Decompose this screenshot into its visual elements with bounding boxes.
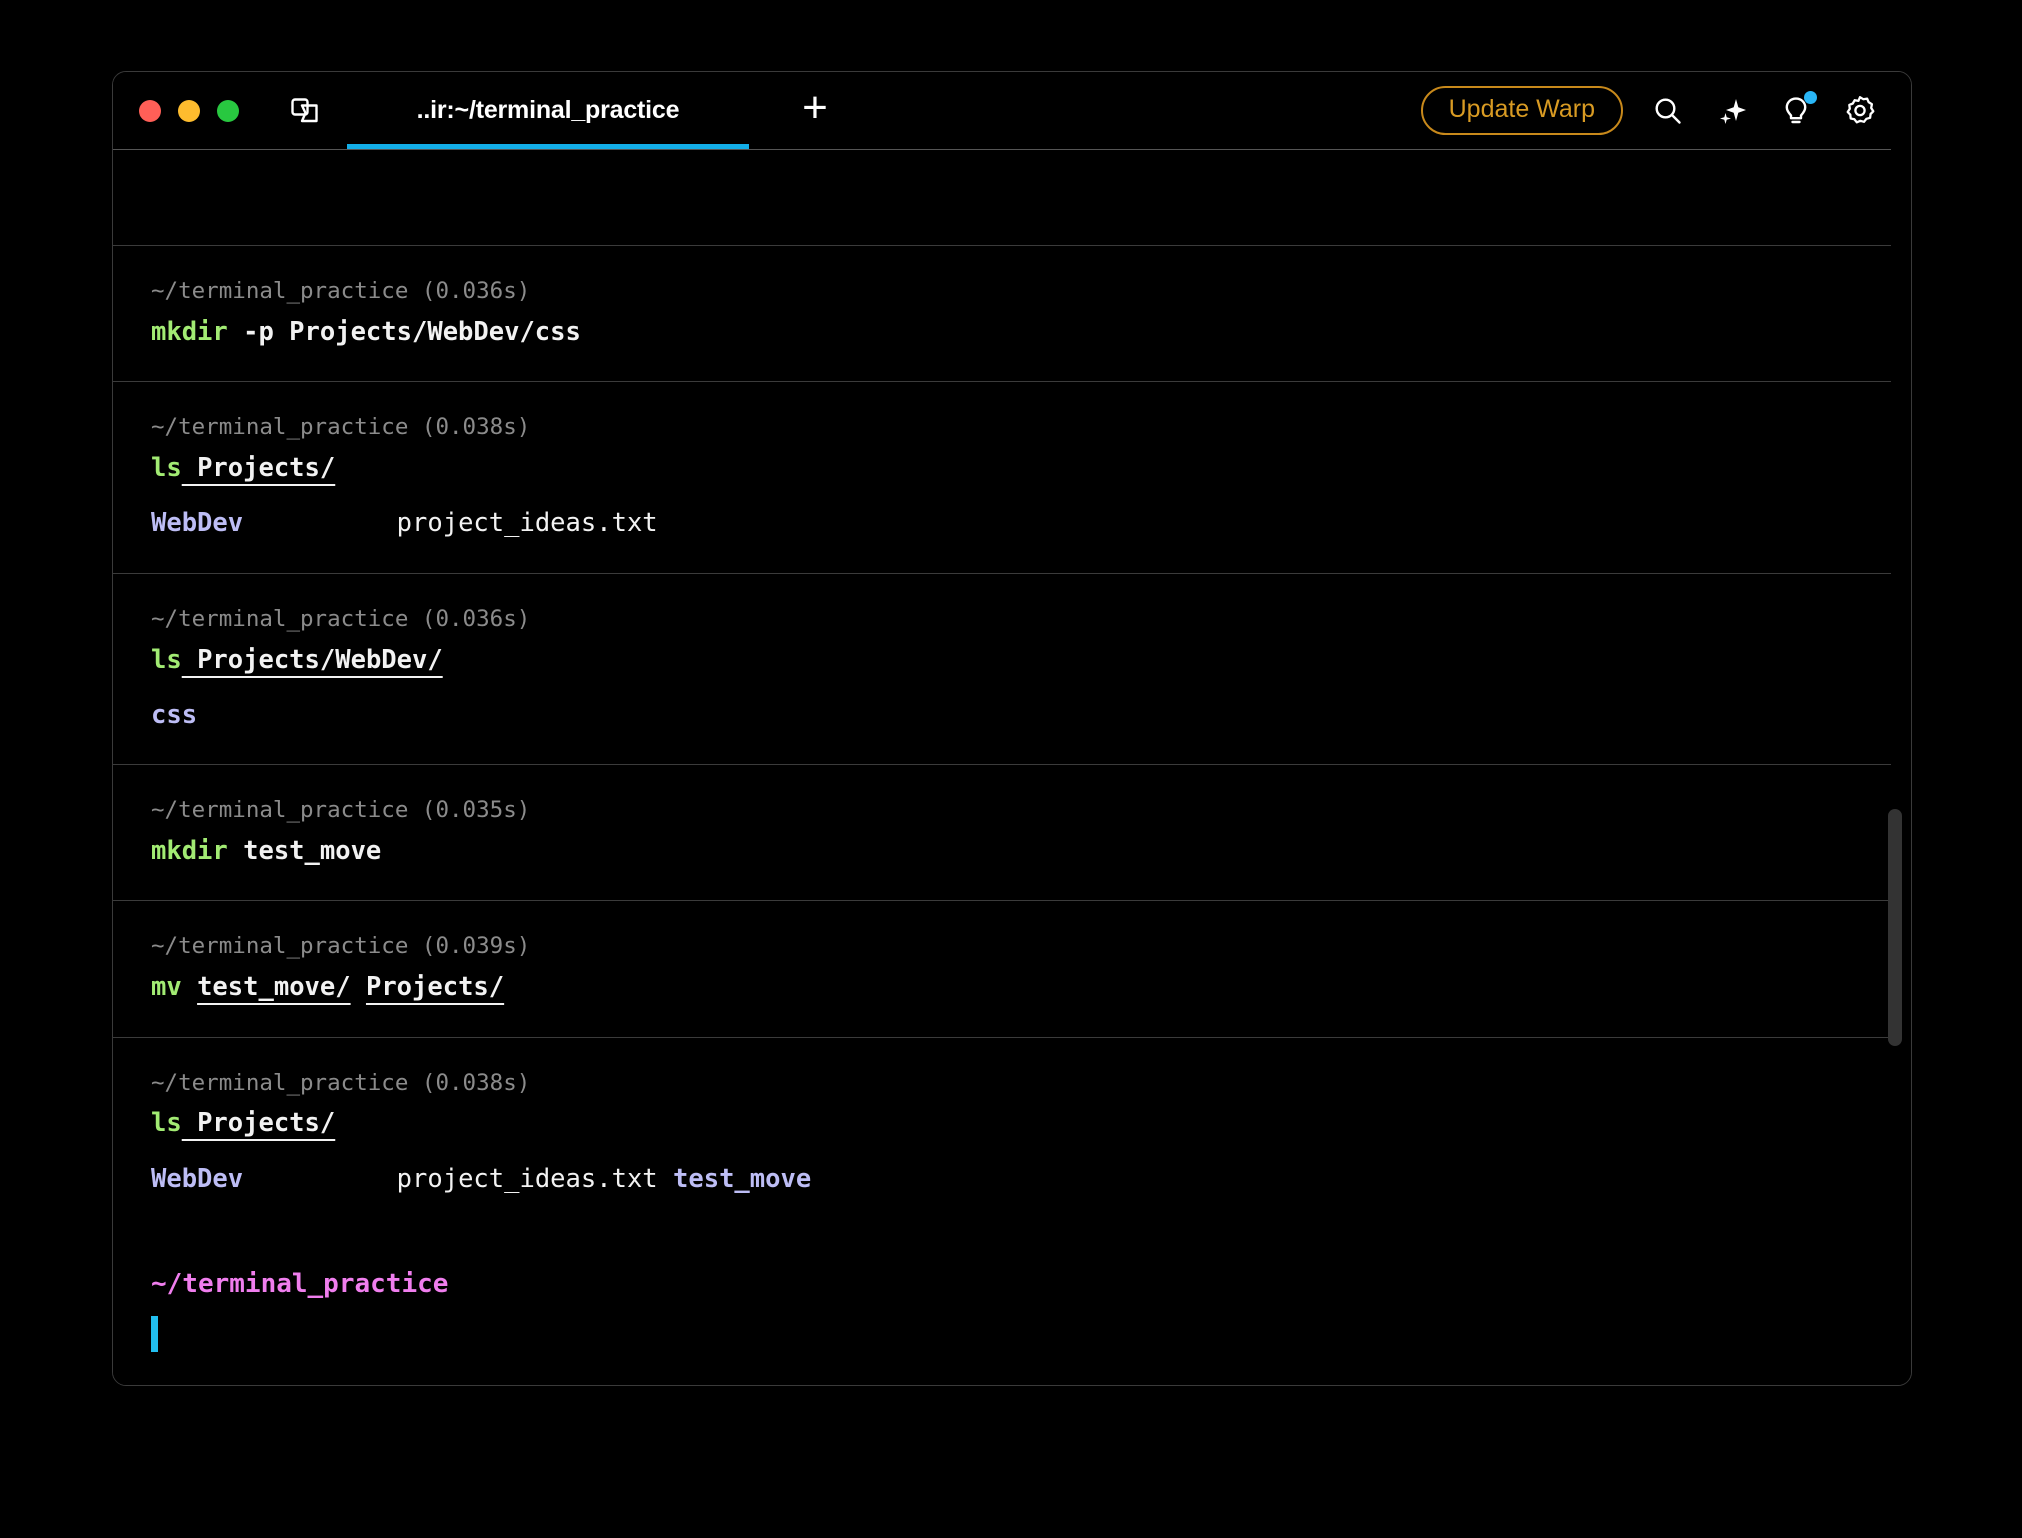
command-name: mkdir — [151, 836, 228, 866]
block-command-line: ls Projects/ — [151, 1096, 1911, 1138]
block-spacer — [151, 730, 1911, 764]
block-command-line: mv test_move/ Projects/ — [151, 960, 1911, 1002]
settings-button[interactable] — [1841, 92, 1879, 130]
active-prompt-block[interactable]: ~/terminal_practice — [113, 1228, 1911, 1362]
block-meta: ~/terminal_practice (0.038s) — [151, 381, 1911, 441]
command-args: -p Projects/WebDev/css — [228, 317, 581, 347]
command-block-4[interactable]: ~/terminal_practice (0.035s) mkdir test_… — [113, 764, 1911, 900]
block-spacer — [151, 1003, 1911, 1037]
command-name: mkdir — [151, 317, 228, 347]
ai-sparkle-icon — [1716, 95, 1748, 127]
terminal-content[interactable]: ~/terminal_practice (0.036s) mkdir -p Pr… — [113, 149, 1911, 1385]
split-panes-icon — [290, 96, 320, 126]
title-bar: ..ir:~/terminal_practice + Update Warp — [113, 72, 1911, 149]
traffic-light-group — [139, 100, 239, 122]
block-meta: ~/terminal_practice (0.036s) — [151, 245, 1911, 305]
output-dir-2: test_move — [673, 1164, 811, 1194]
search-icon — [1652, 95, 1684, 127]
block-spacer — [151, 1194, 1911, 1228]
tab-label: ..ir:~/terminal_practice — [417, 96, 680, 125]
command-name: mv — [151, 972, 182, 1002]
output-file: project_ideas.txt — [397, 508, 658, 538]
new-tab-button[interactable]: + — [795, 91, 835, 131]
block-meta: ~/terminal_practice (0.038s) — [151, 1037, 1911, 1097]
command-args[interactable]: Projects/ — [182, 453, 336, 483]
minimize-window-button[interactable] — [178, 100, 200, 122]
command-args[interactable]: Projects/WebDev/ — [182, 645, 443, 675]
block-meta: ~/terminal_practice (0.039s) — [151, 900, 1911, 960]
command-block-1[interactable]: ~/terminal_practice (0.036s) mkdir -p Pr… — [113, 245, 1911, 381]
ai-assistant-button[interactable] — [1713, 92, 1751, 130]
output-dir: WebDev — [151, 1164, 243, 1194]
text-cursor — [151, 1316, 158, 1352]
command-args-space2 — [351, 972, 366, 1002]
command-args: test_move — [228, 836, 382, 866]
block-command-line: ls Projects/ — [151, 441, 1911, 483]
block-output: WebDev project_ideas.txt — [151, 483, 1911, 538]
command-input[interactable] — [151, 1300, 1911, 1362]
command-block-2[interactable]: ~/terminal_practice (0.038s) ls Projects… — [113, 381, 1911, 573]
tips-button[interactable] — [1777, 92, 1815, 130]
search-button[interactable] — [1649, 92, 1687, 130]
command-arg-dest[interactable]: Projects/ — [366, 972, 504, 1002]
prompt-path: ~/terminal_practice — [151, 1228, 1911, 1300]
tab-terminal-practice[interactable]: ..ir:~/terminal_practice — [347, 72, 749, 149]
block-command-line: mkdir test_move — [151, 824, 1911, 866]
command-name: ls — [151, 1108, 182, 1138]
tab-strip: ..ir:~/terminal_practice + — [347, 72, 835, 149]
terminal-window: ..ir:~/terminal_practice + Update Warp — [112, 71, 1912, 1386]
command-name: ls — [151, 645, 182, 675]
block-meta: ~/terminal_practice (0.036s) — [151, 573, 1911, 633]
split-panes-button[interactable] — [285, 91, 325, 131]
output-file: project_ideas.txt — [397, 1164, 658, 1194]
command-block-6[interactable]: ~/terminal_practice (0.038s) ls Projects… — [113, 1037, 1911, 1229]
scrolled-block-partial — [113, 149, 1911, 245]
titlebar-actions: Update Warp — [1421, 86, 1879, 135]
gear-icon — [1843, 94, 1877, 128]
vertical-scrollbar[interactable] — [1889, 149, 1905, 1385]
maximize-window-button[interactable] — [217, 100, 239, 122]
block-output: WebDev project_ideas.txt test_move — [151, 1139, 1911, 1194]
block-command-line: ls Projects/WebDev/ — [151, 633, 1911, 675]
command-name: ls — [151, 453, 182, 483]
block-output: css — [151, 675, 1911, 730]
command-block-5[interactable]: ~/terminal_practice (0.039s) mv test_mov… — [113, 900, 1911, 1036]
top-separator — [113, 149, 1891, 150]
command-arg-source[interactable]: test_move/ — [197, 972, 351, 1002]
notification-badge — [1804, 91, 1817, 104]
update-warp-button[interactable]: Update Warp — [1421, 86, 1623, 135]
command-args[interactable]: Projects/ — [182, 1108, 336, 1138]
scrollbar-thumb[interactable] — [1888, 809, 1902, 1046]
output-gap — [243, 508, 397, 538]
output-gap2 — [658, 1164, 673, 1194]
block-spacer — [151, 347, 1911, 381]
output-dir: WebDev — [151, 508, 243, 538]
block-spacer — [151, 539, 1911, 573]
command-block-3[interactable]: ~/terminal_practice (0.036s) ls Projects… — [113, 573, 1911, 765]
output-dir: css — [151, 700, 197, 730]
block-command-line: mkdir -p Projects/WebDev/css — [151, 305, 1911, 347]
block-meta: ~/terminal_practice (0.035s) — [151, 764, 1911, 824]
block-spacer — [151, 866, 1911, 900]
output-gap — [243, 1164, 397, 1194]
command-args-space — [182, 972, 197, 1002]
close-window-button[interactable] — [139, 100, 161, 122]
